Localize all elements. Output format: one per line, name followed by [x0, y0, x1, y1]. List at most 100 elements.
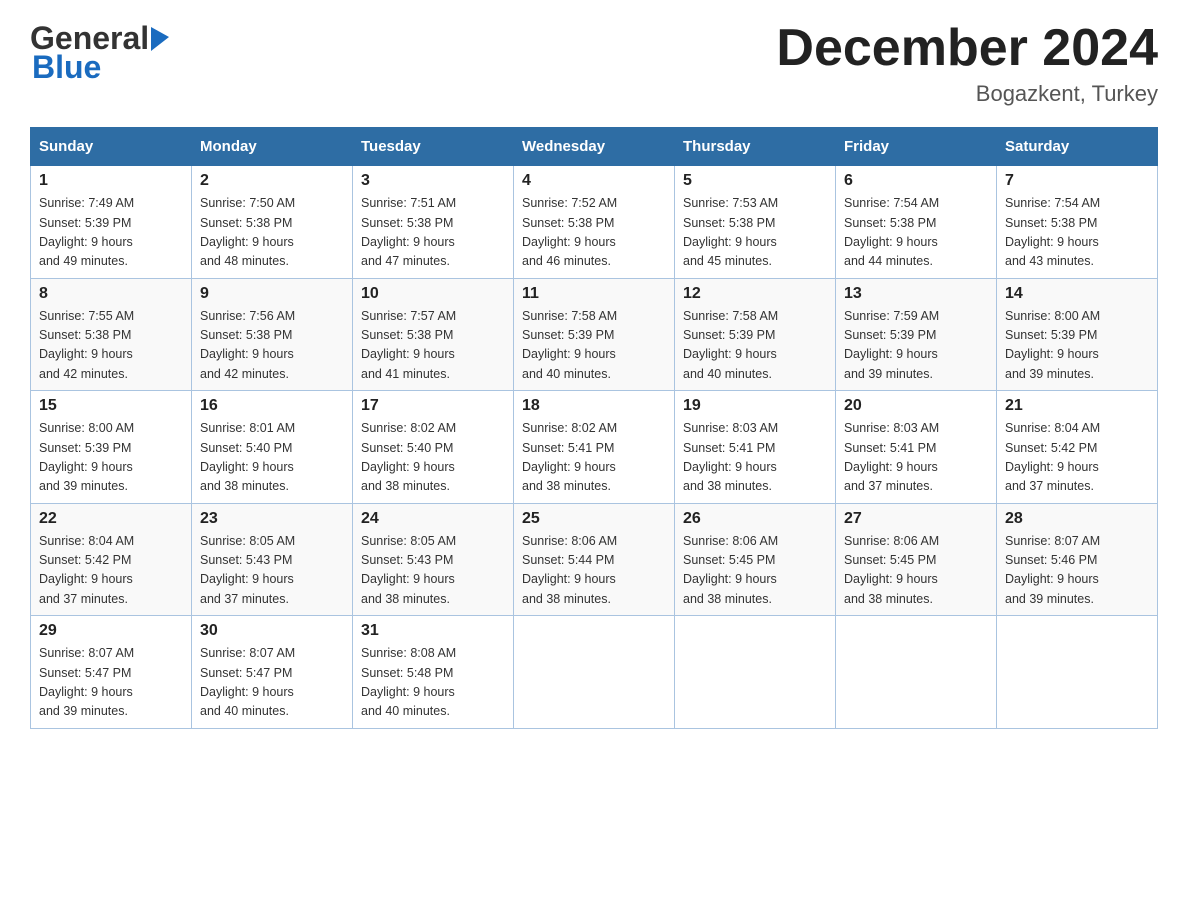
day-cell: 2 Sunrise: 7:50 AMSunset: 5:38 PMDaylight…: [192, 166, 353, 279]
day-cell: 15Sunrise: 8:00 AMSunset: 5:39 PMDayligh…: [31, 391, 192, 504]
day-number: 22: [39, 510, 183, 528]
day-cell: 11 Sunrise: 7:58 AMSunset: 5:39 PMDayligh…: [514, 278, 675, 391]
day-cell: 20 Sunrise: 8:03 AMSunset: 5:41 PMDayligh…: [836, 391, 997, 504]
day-info: Sunrise: 7:58 AMSunset: 5:39 PMDaylight:…: [683, 309, 778, 381]
day-info: Sunrise: 8:06 AMSunset: 5:45 PMDaylight:…: [683, 534, 778, 606]
logo: General Blue: [30, 20, 173, 86]
day-cell: 17 Sunrise: 8:02 AMSunset: 5:40 PMDayligh…: [353, 391, 514, 504]
day-info: Sunrise: 8:07 AMSunset: 5:47 PMDaylight:…: [200, 646, 295, 718]
week-row-5: 29 Sunrise: 8:07 AMSunset: 5:47 PMDayligh…: [31, 616, 1158, 729]
day-info: Sunrise: 8:03 AMSunset: 5:41 PMDaylight:…: [844, 421, 939, 493]
day-number: 27: [844, 510, 988, 528]
day-number: 5: [683, 172, 827, 190]
day-info: Sunrise: 8:02 AMSunset: 5:40 PMDaylight:…: [361, 421, 456, 493]
day-cell: 5 Sunrise: 7:53 AMSunset: 5:38 PMDaylight…: [675, 166, 836, 279]
day-cell: 16 Sunrise: 8:01 AMSunset: 5:40 PMDayligh…: [192, 391, 353, 504]
week-row-2: 8 Sunrise: 7:55 AMSunset: 5:38 PMDaylight…: [31, 278, 1158, 391]
logo-blue-text: Blue: [30, 49, 101, 86]
day-info: Sunrise: 8:07 AMSunset: 5:46 PMDaylight:…: [1005, 534, 1100, 606]
day-info: Sunrise: 7:54 AMSunset: 5:38 PMDaylight:…: [844, 196, 939, 268]
day-number: 9: [200, 285, 344, 303]
day-cell: 23 Sunrise: 8:05 AMSunset: 5:43 PMDayligh…: [192, 503, 353, 616]
day-cell: [514, 616, 675, 729]
col-header-monday: Monday: [192, 128, 353, 166]
day-cell: 3Sunrise: 7:51 AMSunset: 5:38 PMDaylight…: [353, 166, 514, 279]
day-number: 25: [522, 510, 666, 528]
day-number: 11: [522, 285, 666, 303]
day-info: Sunrise: 8:05 AMSunset: 5:43 PMDaylight:…: [361, 534, 456, 606]
day-info: Sunrise: 8:07 AMSunset: 5:47 PMDaylight:…: [39, 646, 134, 718]
day-info: Sunrise: 7:59 AMSunset: 5:39 PMDaylight:…: [844, 309, 939, 381]
day-cell: 13 Sunrise: 7:59 AMSunset: 5:39 PMDayligh…: [836, 278, 997, 391]
day-info: Sunrise: 8:00 AMSunset: 5:39 PMDaylight:…: [1005, 309, 1100, 381]
day-number: 17: [361, 397, 505, 415]
page-header: General Blue December 2024 Bogazkent, Tu…: [30, 20, 1158, 107]
day-cell: 25 Sunrise: 8:06 AMSunset: 5:44 PMDayligh…: [514, 503, 675, 616]
day-info: Sunrise: 7:52 AMSunset: 5:38 PMDaylight:…: [522, 196, 617, 268]
day-number: 13: [844, 285, 988, 303]
day-number: 23: [200, 510, 344, 528]
day-info: Sunrise: 8:02 AMSunset: 5:41 PMDaylight:…: [522, 421, 617, 493]
col-header-sunday: Sunday: [31, 128, 192, 166]
col-header-saturday: Saturday: [997, 128, 1158, 166]
month-title: December 2024: [776, 20, 1158, 77]
day-number: 2: [200, 172, 344, 190]
day-number: 6: [844, 172, 988, 190]
day-cell: 27 Sunrise: 8:06 AMSunset: 5:45 PMDayligh…: [836, 503, 997, 616]
day-info: Sunrise: 7:51 AMSunset: 5:38 PMDaylight:…: [361, 196, 456, 268]
day-info: Sunrise: 7:54 AMSunset: 5:38 PMDaylight:…: [1005, 196, 1100, 268]
day-number: 28: [1005, 510, 1149, 528]
day-info: Sunrise: 8:03 AMSunset: 5:41 PMDaylight:…: [683, 421, 778, 493]
week-row-1: 1Sunrise: 7:49 AMSunset: 5:39 PMDaylight…: [31, 166, 1158, 279]
day-info: Sunrise: 8:05 AMSunset: 5:43 PMDaylight:…: [200, 534, 295, 606]
day-number: 31: [361, 622, 505, 640]
day-cell: 19 Sunrise: 8:03 AMSunset: 5:41 PMDayligh…: [675, 391, 836, 504]
day-number: 21: [1005, 397, 1149, 415]
day-cell: 29 Sunrise: 8:07 AMSunset: 5:47 PMDayligh…: [31, 616, 192, 729]
day-cell: 7Sunrise: 7:54 AMSunset: 5:38 PMDaylight…: [997, 166, 1158, 279]
day-cell: 21 Sunrise: 8:04 AMSunset: 5:42 PMDayligh…: [997, 391, 1158, 504]
day-cell: 24Sunrise: 8:05 AMSunset: 5:43 PMDayligh…: [353, 503, 514, 616]
day-info: Sunrise: 8:00 AMSunset: 5:39 PMDaylight:…: [39, 421, 134, 493]
col-header-wednesday: Wednesday: [514, 128, 675, 166]
day-cell: 12 Sunrise: 7:58 AMSunset: 5:39 PMDayligh…: [675, 278, 836, 391]
day-number: 12: [683, 285, 827, 303]
day-number: 8: [39, 285, 183, 303]
col-header-thursday: Thursday: [675, 128, 836, 166]
day-cell: 31 Sunrise: 8:08 AMSunset: 5:48 PMDayligh…: [353, 616, 514, 729]
day-cell: 1Sunrise: 7:49 AMSunset: 5:39 PMDaylight…: [31, 166, 192, 279]
day-cell: 4Sunrise: 7:52 AMSunset: 5:38 PMDaylight…: [514, 166, 675, 279]
day-info: Sunrise: 8:08 AMSunset: 5:48 PMDaylight:…: [361, 646, 456, 718]
day-cell: 8 Sunrise: 7:55 AMSunset: 5:38 PMDaylight…: [31, 278, 192, 391]
day-cell: 22Sunrise: 8:04 AMSunset: 5:42 PMDayligh…: [31, 503, 192, 616]
header-row: SundayMondayTuesdayWednesdayThursdayFrid…: [31, 128, 1158, 166]
day-info: Sunrise: 8:06 AMSunset: 5:45 PMDaylight:…: [844, 534, 939, 606]
day-info: Sunrise: 7:58 AMSunset: 5:39 PMDaylight:…: [522, 309, 617, 381]
day-number: 29: [39, 622, 183, 640]
logo-triangle-icon: [151, 23, 173, 51]
day-info: Sunrise: 8:04 AMSunset: 5:42 PMDaylight:…: [1005, 421, 1100, 493]
day-info: Sunrise: 7:49 AMSunset: 5:39 PMDaylight:…: [39, 196, 134, 268]
title-block: December 2024 Bogazkent, Turkey: [776, 20, 1158, 107]
day-cell: 14Sunrise: 8:00 AMSunset: 5:39 PMDayligh…: [997, 278, 1158, 391]
day-number: 20: [844, 397, 988, 415]
col-header-friday: Friday: [836, 128, 997, 166]
day-cell: 18Sunrise: 8:02 AMSunset: 5:41 PMDayligh…: [514, 391, 675, 504]
day-info: Sunrise: 8:01 AMSunset: 5:40 PMDaylight:…: [200, 421, 295, 493]
calendar-body: 1Sunrise: 7:49 AMSunset: 5:39 PMDaylight…: [31, 166, 1158, 729]
day-cell: [675, 616, 836, 729]
day-info: Sunrise: 7:53 AMSunset: 5:38 PMDaylight:…: [683, 196, 778, 268]
day-info: Sunrise: 7:56 AMSunset: 5:38 PMDaylight:…: [200, 309, 295, 381]
day-number: 10: [361, 285, 505, 303]
day-info: Sunrise: 7:55 AMSunset: 5:38 PMDaylight:…: [39, 309, 134, 381]
day-cell: 26 Sunrise: 8:06 AMSunset: 5:45 PMDayligh…: [675, 503, 836, 616]
day-number: 30: [200, 622, 344, 640]
day-number: 19: [683, 397, 827, 415]
day-info: Sunrise: 7:50 AMSunset: 5:38 PMDaylight:…: [200, 196, 295, 268]
day-cell: 28 Sunrise: 8:07 AMSunset: 5:46 PMDayligh…: [997, 503, 1158, 616]
day-info: Sunrise: 8:06 AMSunset: 5:44 PMDaylight:…: [522, 534, 617, 606]
day-number: 16: [200, 397, 344, 415]
calendar-table: SundayMondayTuesdayWednesdayThursdayFrid…: [30, 127, 1158, 729]
day-number: 26: [683, 510, 827, 528]
location: Bogazkent, Turkey: [776, 81, 1158, 107]
